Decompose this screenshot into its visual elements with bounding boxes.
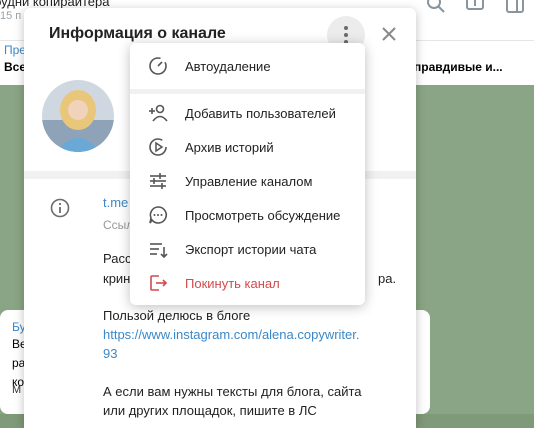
description-line: Расс	[103, 251, 132, 266]
menu-item-auto-delete[interactable]: Автоудаление	[130, 49, 365, 83]
pinned-text-right: правдивые и...	[414, 60, 503, 74]
export-list-icon	[150, 243, 168, 259]
channel-link-caption: Ссыл	[103, 218, 134, 232]
menu-item-export-chat[interactable]: Экспорт истории чата	[130, 232, 365, 266]
comments-icon[interactable]	[465, 0, 485, 14]
menu-item-label: Просмотреть обсуждение	[185, 207, 341, 223]
description-line: ра.	[378, 271, 397, 286]
menu-item-label: Добавить пользователей	[185, 105, 336, 121]
description-line: крин	[103, 271, 131, 286]
menu-divider	[130, 89, 365, 94]
channel-link[interactable]: t.me	[103, 195, 128, 210]
avatar-image	[42, 80, 114, 152]
menu-item-leave-channel[interactable]: Покинуть канал	[130, 266, 365, 300]
menu-item-label: Управление каналом	[185, 173, 313, 189]
pinned-text-left: Все	[4, 60, 27, 74]
menu-item-label: Архив историй	[185, 139, 274, 155]
menu-item-label: Покинуть канал	[185, 275, 280, 291]
sidebar-toggle-icon[interactable]	[505, 0, 525, 14]
message-fragment: М	[12, 384, 22, 396]
description-line: Пользой делюсь в блоге	[103, 308, 251, 323]
close-icon[interactable]	[379, 24, 399, 44]
menu-item-manage-channel[interactable]: Управление каналом	[130, 164, 365, 198]
description-line: или других площадок, пишите в ЛС	[103, 403, 317, 418]
menu-item-label: Автоудаление	[185, 58, 271, 74]
instagram-link-cont[interactable]: 93	[103, 345, 117, 363]
leave-icon	[150, 275, 168, 291]
menu-item-story-archive[interactable]: Архив историй	[130, 130, 365, 164]
timer-icon	[149, 57, 167, 75]
info-icon	[50, 198, 70, 218]
search-icon[interactable]	[426, 0, 446, 14]
story-archive-icon	[149, 138, 167, 156]
dialog-title: Информация о канале	[49, 25, 226, 42]
more-vertical-icon	[344, 26, 348, 44]
menu-item-view-discussion[interactable]: Просмотреть обсуждение	[130, 198, 365, 232]
sliders-icon	[150, 173, 166, 189]
chat-bubble-icon	[149, 206, 167, 224]
pinned-label: Пре	[4, 43, 26, 57]
add-user-icon	[149, 104, 168, 122]
description-line: А если вам нужны тексты для блога, сайта	[103, 384, 362, 399]
menu-item-add-users[interactable]: Добавить пользователей	[130, 96, 365, 130]
channel-avatar[interactable]	[42, 80, 114, 152]
channel-context-menu: Автоудаление Добавить пользователей Архи…	[130, 43, 365, 305]
menu-item-label: Экспорт истории чата	[185, 241, 317, 257]
chat-subtitle: 15 п	[0, 10, 22, 22]
instagram-link[interactable]: https://www.instagram.com/alena.copywrit…	[103, 326, 360, 344]
